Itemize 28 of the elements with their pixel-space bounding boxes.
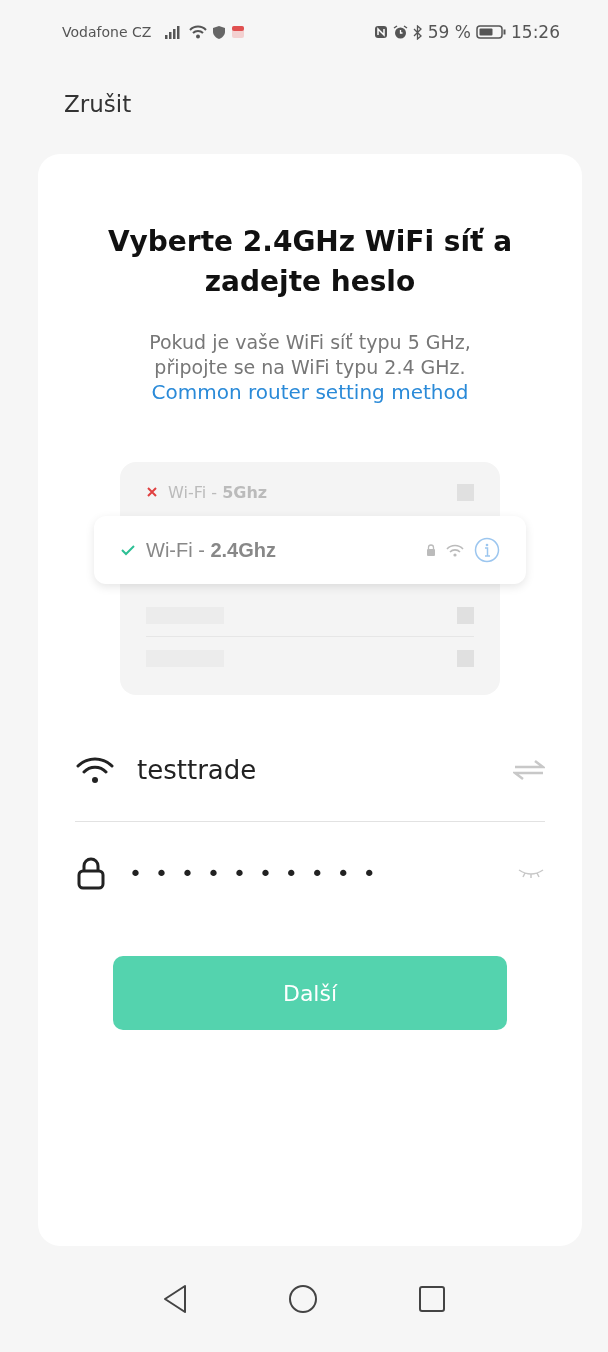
app-notification-icon <box>231 25 246 39</box>
lock-icon <box>426 544 436 556</box>
clock-time: 15:26 <box>511 22 560 42</box>
page-title: Vyberte 2.4GHz WiFi síť a zadejte heslo <box>106 224 514 300</box>
network-name: Wi-Fi - 5Ghz <box>168 482 268 502</box>
wifi-icon <box>189 25 208 39</box>
password-field[interactable]: •••••••••• <box>129 860 495 886</box>
back-icon[interactable] <box>162 1284 188 1314</box>
bluetooth-icon <box>412 24 423 40</box>
cancel-link[interactable]: Zrušit <box>64 91 132 117</box>
shield-icon <box>212 25 227 39</box>
description-text: Pokud je vaše WiFi síť typu 5 GHz, připojte se na WiFi typu 2.4 GHz. <box>148 330 472 380</box>
router-setting-link[interactable]: Common router setting method <box>151 380 469 404</box>
recent-apps-icon[interactable] <box>418 1285 446 1313</box>
carrier-name: Vodafone CZ <box>62 24 152 40</box>
home-icon[interactable] <box>288 1284 318 1314</box>
wifi-icon <box>75 755 115 785</box>
info-icon <box>474 537 500 563</box>
cross-icon <box>146 486 158 498</box>
lock-icon <box>75 856 107 890</box>
wifi-icon <box>446 543 464 557</box>
check-icon <box>120 544 136 556</box>
battery-icon <box>476 25 506 39</box>
nfc-icon <box>373 25 388 39</box>
wifi-name-field[interactable]: testtrade <box>137 755 491 785</box>
network-name: Wi-Fi - 2.4Ghz <box>146 538 276 562</box>
alarm-icon <box>392 25 408 39</box>
battery-percentage: 59 % <box>427 22 471 42</box>
